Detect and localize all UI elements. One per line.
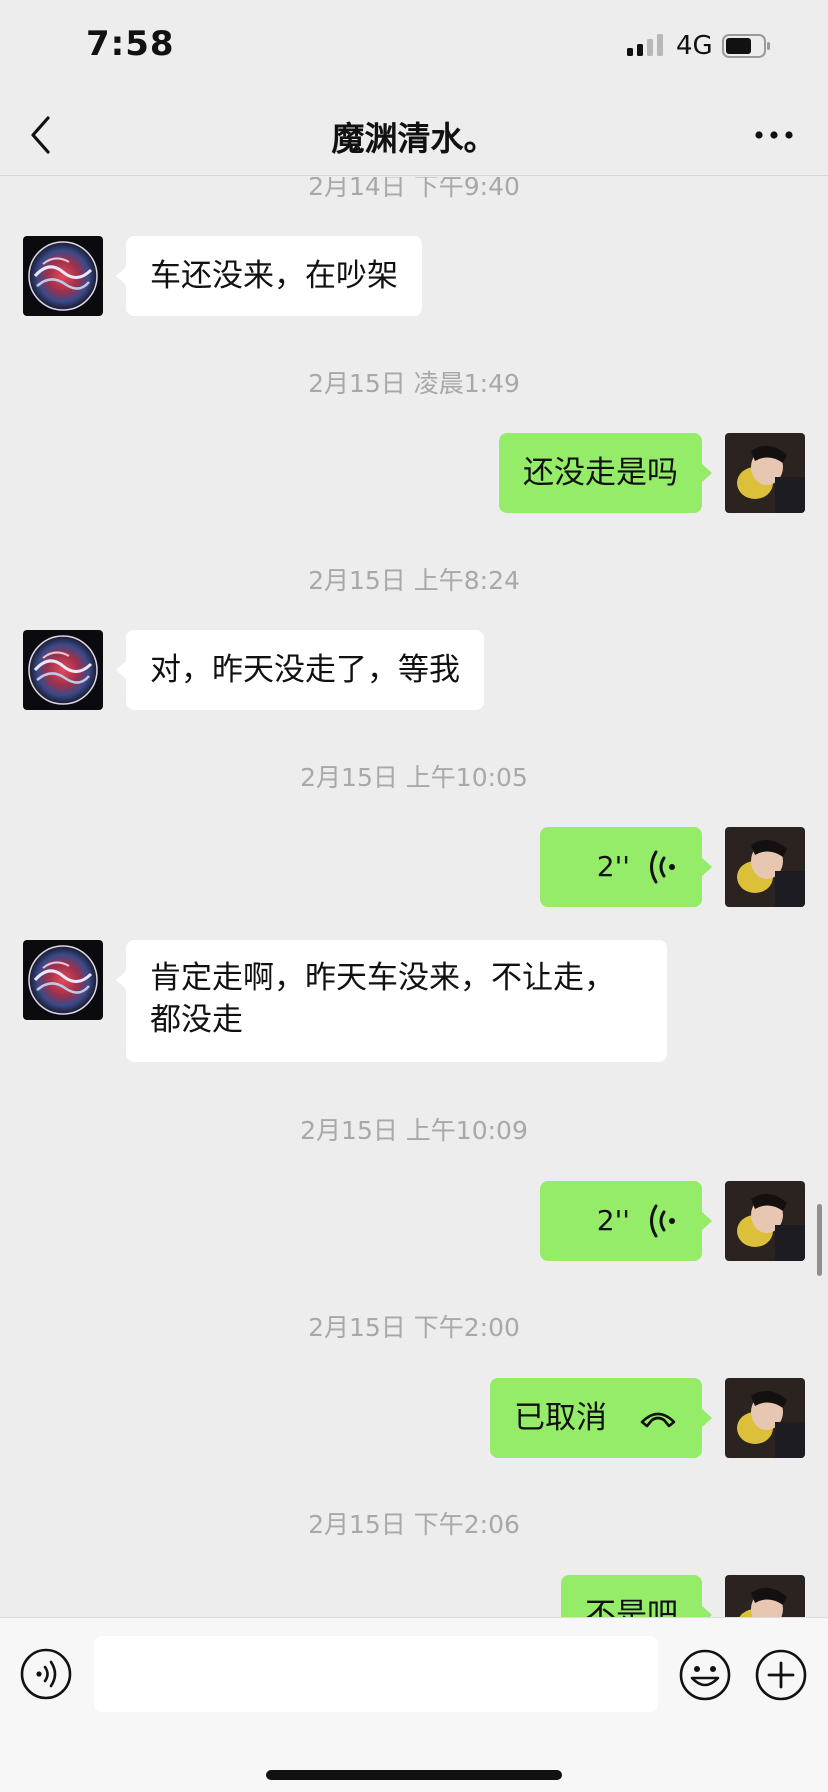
battery-icon: [722, 34, 770, 58]
my-avatar[interactable]: [725, 827, 805, 907]
emoji-icon[interactable]: [678, 1648, 732, 1702]
timestamp: 2月14日 下午9:40: [308, 177, 520, 201]
my-avatar[interactable]: [725, 1378, 805, 1458]
chat-header: 魔渊清水。: [0, 94, 828, 176]
message-input[interactable]: [94, 1636, 658, 1712]
timestamp: 2月15日 上午10:09: [300, 1116, 528, 1145]
message-bubble-sent[interactable]: 不是吧: [561, 1575, 712, 1617]
message-list[interactable]: 2月14日 下午9:40 车还没来，在吵架 2月15日 凌晨1:49 还没走是吗…: [0, 177, 828, 1617]
phone-hangup-icon: [640, 1412, 676, 1428]
voice-duration: 2'': [596, 850, 630, 883]
network-type: 4G: [676, 31, 713, 61]
plus-icon[interactable]: [754, 1648, 808, 1702]
message-line: 肯定走啊，昨天车没来，不让走，: [150, 960, 615, 996]
timestamp: 2月15日 上午10:05: [300, 763, 528, 792]
voice-message-bubble[interactable]: 2'': [540, 827, 712, 907]
contact-avatar[interactable]: [23, 236, 103, 316]
call-message-bubble[interactable]: 已取消: [490, 1378, 712, 1458]
voice-message-bubble[interactable]: 2'': [540, 1181, 712, 1261]
message-bubble-sent[interactable]: 还没走是吗: [499, 433, 712, 513]
call-status-text: 已取消: [514, 1400, 607, 1436]
my-avatar[interactable]: [725, 1575, 805, 1617]
timestamp: 2月15日 凌晨1:49: [308, 369, 520, 398]
message-bubble-received[interactable]: 对，昨天没走了，等我: [116, 630, 484, 710]
voice-duration: 2'': [596, 1204, 630, 1237]
my-avatar[interactable]: [725, 433, 805, 513]
timestamp: 2月15日 下午2:06: [308, 1510, 520, 1539]
message-bubble-received[interactable]: 肯定走啊，昨天车没来，不让走， 都没走: [116, 940, 667, 1062]
timestamp: 2月15日 下午2:00: [308, 1313, 520, 1342]
status-time: 7:58: [86, 24, 175, 64]
voice-wave-icon: [650, 1204, 675, 1238]
contact-avatar[interactable]: [23, 940, 103, 1020]
my-avatar[interactable]: [725, 1181, 805, 1261]
voice-input-icon[interactable]: [20, 1648, 72, 1700]
message-bubble-received[interactable]: 车还没来，在吵架: [116, 236, 422, 316]
chat-title: 魔渊清水。: [331, 119, 497, 158]
status-bar: 7:58 4G: [0, 0, 828, 94]
timestamp: 2月15日 上午8:24: [308, 566, 520, 595]
home-indicator[interactable]: [266, 1770, 562, 1780]
more-icon[interactable]: [752, 118, 796, 152]
signal-icon: [627, 34, 663, 56]
scrollbar[interactable]: [817, 1204, 822, 1276]
input-bar: [0, 1617, 828, 1792]
contact-avatar[interactable]: [23, 630, 103, 710]
voice-wave-icon: [650, 850, 675, 884]
message-line: 都没走: [150, 1002, 243, 1038]
